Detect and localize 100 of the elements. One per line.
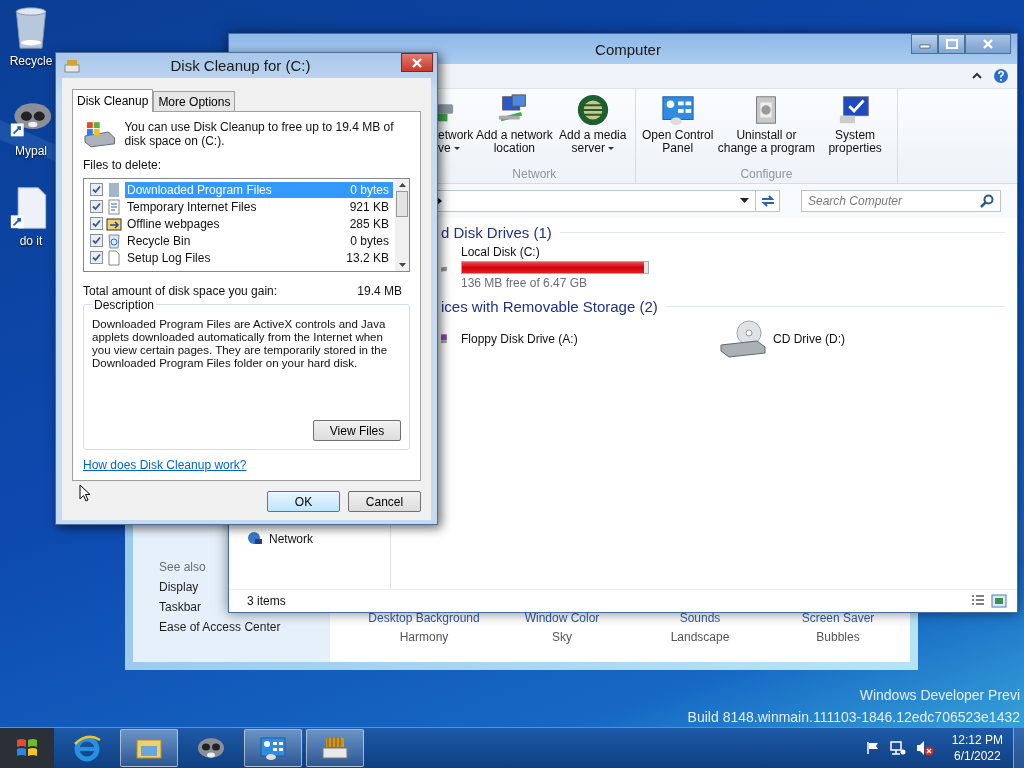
network-icon[interactable] <box>247 531 263 547</box>
ribbon-button-label[interactable]: Add a network <box>476 129 553 142</box>
nav-item[interactable]: Network <box>269 532 313 546</box>
ribbon-button-label[interactable]: Panel <box>662 142 694 155</box>
desktop-icon-label[interactable]: Recycle <box>9 54 53 68</box>
ribbon-button-label[interactable]: System <box>835 129 876 142</box>
page-icon <box>106 249 122 266</box>
large-icons-view-icon[interactable] <box>991 594 1007 608</box>
offline-icon <box>106 215 122 232</box>
ribbon-button-label[interactable]: etwork <box>438 129 474 142</box>
ribbon-button-label[interactable]: location <box>493 142 536 155</box>
drive-name[interactable]: Local Disk (C:) <box>461 245 649 259</box>
ribbon-button-label[interactable]: properties <box>828 142 882 155</box>
status-text: 3 items <box>247 594 286 608</box>
tab[interactable]: Disk Cleanup <box>72 89 154 112</box>
see-also-link[interactable]: Ease of Access Center <box>159 620 281 634</box>
theme-setting-link[interactable]: Screen Saver <box>801 611 875 625</box>
help-link[interactable]: How does Disk Cleanup work? <box>83 458 247 472</box>
theme-setting-value: Landscape <box>670 630 730 644</box>
file-category-row[interactable]: Temporary Internet Files 921 KB <box>125 198 393 215</box>
checkbox[interactable] <box>90 183 103 196</box>
help-icon[interactable] <box>993 68 1009 84</box>
theme-setting-value: Bubbles <box>816 630 860 644</box>
show-desktop-button[interactable] <box>1013 728 1024 768</box>
file-category-row[interactable]: Recycle Bin 0 bytes <box>125 232 393 249</box>
file-category-row[interactable]: Offline webpages 285 KB <box>125 215 393 232</box>
ribbon-button-label[interactable]: server <box>571 142 614 155</box>
ribbon-button-label[interactable]: Open Control <box>642 129 714 142</box>
theme-setting-value: Harmony <box>399 630 449 644</box>
see-also-link[interactable]: Display <box>159 580 199 594</box>
control-panel-taskbar-button[interactable] <box>244 729 302 767</box>
intro-text: You can use Disk Cleanup to free up to 19.4 MB of disk space on (C:). <box>124 120 395 148</box>
ribbon-button-label[interactable]: ve <box>438 142 460 155</box>
minimize-button[interactable] <box>911 34 938 54</box>
ribbon-button-label[interactable]: Uninstall or <box>736 129 797 142</box>
drive-name[interactable]: CD Drive (D:) <box>773 332 845 346</box>
web-page-icon <box>106 198 122 215</box>
theme-setting-link[interactable]: Window Color <box>524 611 600 625</box>
ribbon-button-label[interactable]: Add a media <box>559 129 627 142</box>
theme-setting-link[interactable]: Desktop Background <box>368 611 480 625</box>
free-space-text: 136 MB free of 6.47 GB <box>461 276 589 290</box>
media-server-icon[interactable] <box>575 93 610 127</box>
build-watermark-text: Windows Developer Previ <box>859 687 1020 703</box>
folder-icon <box>106 181 122 198</box>
dropdown-caret-icon[interactable] <box>740 198 749 204</box>
files-to-delete-label: Files to delete: <box>83 158 163 172</box>
total-space-label: Total amount of disk space you gain: <box>83 284 278 298</box>
close-button[interactable] <box>401 53 433 72</box>
theme-setting-value: Sky <box>552 630 572 644</box>
recycle-icon <box>106 232 122 249</box>
cancel-button[interactable]: Cancel <box>348 491 421 512</box>
clock-date[interactable]: 6/1/2022 <box>953 749 1001 763</box>
ribbon-button-label[interactable]: change a program <box>717 142 816 155</box>
group-legend: Description <box>92 298 157 312</box>
scrollbar[interactable] <box>395 179 409 271</box>
close-button[interactable] <box>965 34 1011 54</box>
drive-cleanup-icon <box>83 120 117 148</box>
dropdown-caret-icon[interactable] <box>453 147 460 150</box>
checkbox[interactable] <box>90 251 103 264</box>
search-field[interactable]: Search Computer <box>801 190 1001 212</box>
folder-taskbar-button[interactable] <box>120 729 178 767</box>
dropdown-caret-icon[interactable] <box>607 147 614 150</box>
maximize-button[interactable] <box>938 34 965 54</box>
browser-icon[interactable] <box>72 734 102 762</box>
see-also-link[interactable]: Taskbar <box>159 600 202 614</box>
desktop-icon-label[interactable]: do it <box>19 234 43 248</box>
ribbon-group-label: Configure <box>740 167 793 181</box>
checkbox[interactable] <box>90 200 103 213</box>
dialog-title: Disk Cleanup for (C:) <box>169 57 312 74</box>
start-button[interactable] <box>0 728 54 768</box>
window-title: Computer <box>595 40 661 58</box>
control-panel-icon[interactable] <box>660 93 695 127</box>
theme-setting-link[interactable]: Sounds <box>679 611 721 625</box>
checkbox[interactable] <box>90 234 103 247</box>
mouse-pointer-icon <box>79 484 91 502</box>
view-files-button[interactable]: View Files <box>313 420 401 441</box>
cleanup-taskbar-button[interactable] <box>306 729 364 767</box>
search-icon[interactable] <box>980 194 994 208</box>
group-heading[interactable]: ices with Removable Storage (2) <box>441 298 658 315</box>
disk-cleanup-icon <box>64 58 80 73</box>
control-panel-icon[interactable] <box>258 734 288 762</box>
drive-name[interactable]: Floppy Disk Drive (A:) <box>461 332 578 346</box>
checkbox[interactable] <box>90 217 103 230</box>
file-category-row[interactable]: Setup Log Files 13.2 KB <box>125 249 393 266</box>
tab[interactable]: More Options <box>153 91 236 111</box>
network-status-icon[interactable] <box>889 741 906 755</box>
windows-logo-icon[interactable] <box>15 737 39 759</box>
ok-button[interactable]: OK <box>267 491 340 512</box>
cd-drive-icon[interactable] <box>719 319 767 359</box>
close-icon[interactable] <box>411 57 423 68</box>
scroll-down-icon[interactable] <box>398 263 406 267</box>
speaker-muted-icon[interactable] <box>915 740 934 756</box>
details-view-icon[interactable] <box>971 594 985 606</box>
group-heading[interactable]: d Disk Drives (1) <box>441 224 552 241</box>
clock-time[interactable]: 12:12 PM <box>951 733 1003 747</box>
see-also-heading: See also <box>159 560 207 574</box>
total-space-value: 19.4 MB <box>357 284 402 298</box>
desktop-icon-label[interactable]: Mypal <box>15 144 47 158</box>
flag-icon[interactable] <box>865 741 880 755</box>
ribbon-group-label: Network <box>512 167 557 181</box>
